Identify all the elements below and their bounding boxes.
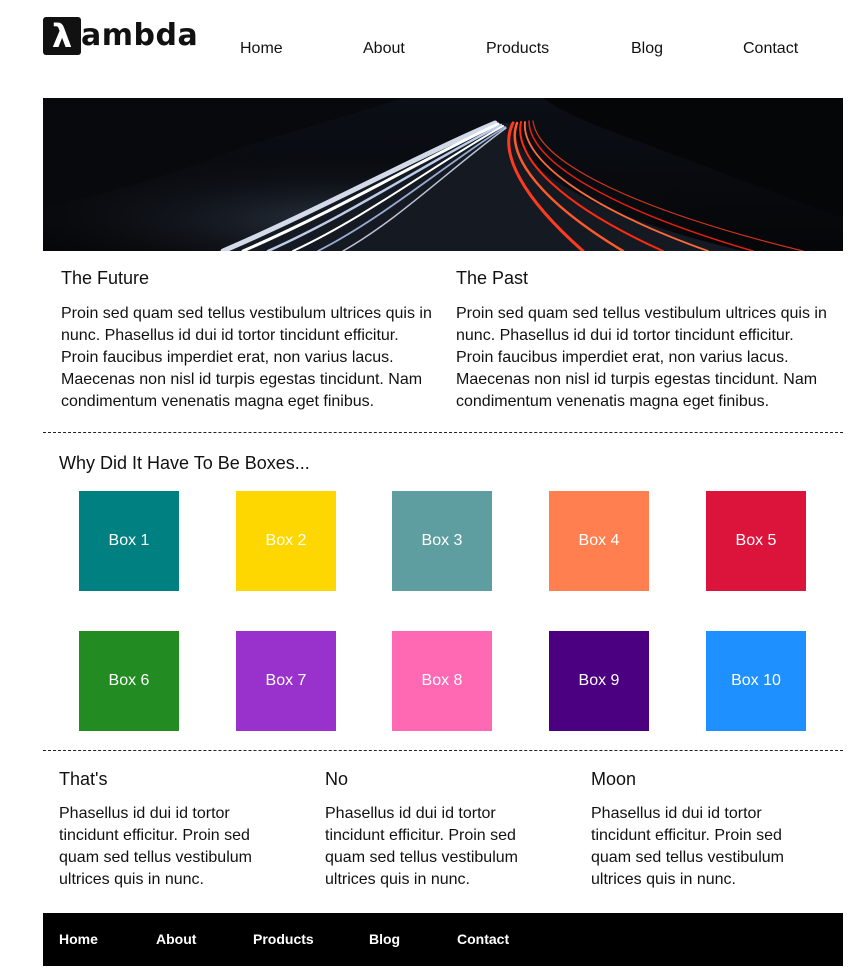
top-nav: Home About Products Blog Contact — [43, 38, 843, 62]
past-heading: The Past — [456, 268, 529, 288]
box-8: Box 8 — [392, 631, 492, 731]
footer-blog-link[interactable]: Blog — [369, 930, 400, 948]
future-column: The Future Proin sed quam sed tellus ves… — [61, 251, 436, 413]
moon-heading: Moon — [591, 769, 637, 789]
box-3: Box 3 — [392, 491, 492, 591]
nav-contact-link[interactable]: Contact — [743, 38, 798, 60]
boxes-heading: Why Did It Have To Be Boxes... — [59, 453, 310, 473]
box-4: Box 4 — [549, 491, 649, 591]
past-column: The Past Proin sed quam sed tellus vesti… — [456, 251, 831, 413]
site-header: λ ambda Home About Products Blog Contact — [43, 0, 843, 98]
thats-column: That's Phasellus id dui id tortor tincid… — [59, 768, 279, 891]
nav-home-link[interactable]: Home — [240, 38, 283, 60]
future-text: Proin sed quam sed tellus vestibulum ult… — [61, 305, 432, 410]
site-footer: Home About Products Blog Contact — [43, 913, 843, 966]
footer-about-link[interactable]: About — [156, 930, 196, 948]
box-6: Box 6 — [79, 631, 179, 731]
section-divider-2 — [43, 750, 843, 751]
box-7: Box 7 — [236, 631, 336, 731]
future-heading: The Future — [61, 268, 150, 288]
box-1: Box 1 — [79, 491, 179, 591]
nav-products-link[interactable]: Products — [486, 38, 549, 60]
moon-column: Moon Phasellus id dui id tortor tincidun… — [591, 768, 811, 891]
nav-about-link[interactable]: About — [363, 38, 405, 60]
section-divider — [43, 432, 843, 433]
footer-contact-link[interactable]: Contact — [457, 930, 509, 948]
moon-text: Phasellus id dui id tortor tincidunt eff… — [591, 805, 784, 888]
box-5: Box 5 — [706, 491, 806, 591]
hero-image — [43, 98, 843, 251]
footer-home-link[interactable]: Home — [59, 930, 98, 948]
past-text: Proin sed quam sed tellus vestibulum ult… — [456, 305, 827, 410]
box-10: Box 10 — [706, 631, 806, 731]
box-2: Box 2 — [236, 491, 336, 591]
future-past-section: The Future Proin sed quam sed tellus ves… — [43, 251, 843, 432]
thats-text: Phasellus id dui id tortor tincidunt eff… — [59, 805, 252, 888]
light-trails-illustration — [43, 98, 843, 251]
nav-blog-link[interactable]: Blog — [631, 38, 663, 60]
thats-heading: That's — [59, 769, 108, 789]
footer-products-link[interactable]: Products — [253, 930, 314, 948]
no-heading: No — [325, 769, 349, 789]
no-text: Phasellus id dui id tortor tincidunt eff… — [325, 805, 518, 888]
box-9: Box 9 — [549, 631, 649, 731]
no-column: No Phasellus id dui id tortor tincidunt … — [325, 768, 545, 891]
